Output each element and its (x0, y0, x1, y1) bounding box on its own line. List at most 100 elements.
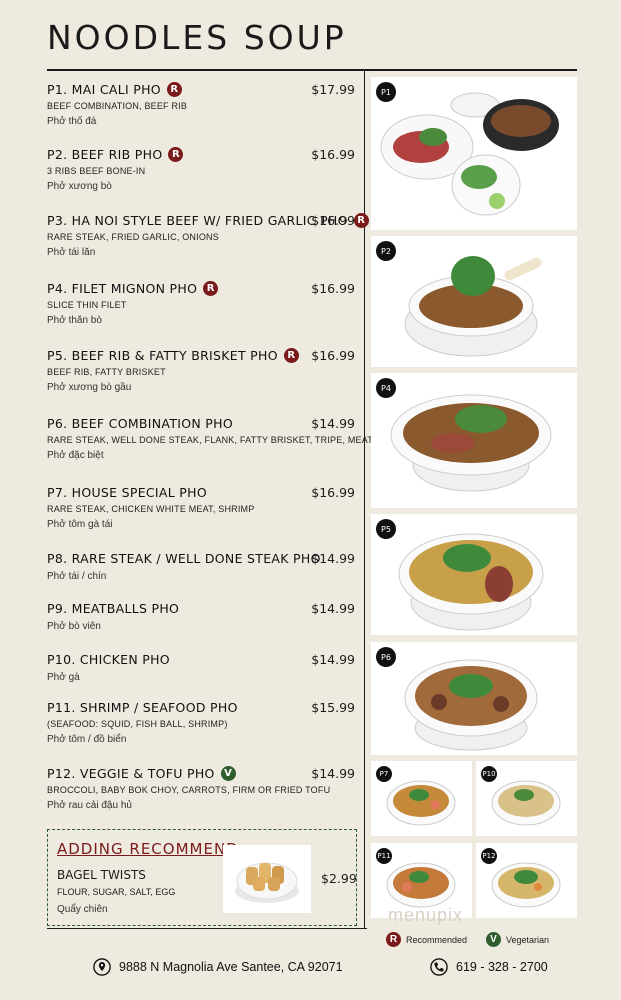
p11-tag: P11 (376, 848, 392, 864)
recommended-badge-icon: R (386, 932, 401, 947)
address-text: 9888 N Magnolia Ave Santee, CA 92071 (119, 960, 343, 974)
adding-item-desc: FLOUR, SUGAR, SALT, EGG (57, 887, 176, 897)
menu-item-price: $16.99 (311, 485, 355, 500)
menu-item-desc: BEEF COMBINATION, BEEF RIB (47, 101, 188, 111)
menu-item-name: P8. RARE STEAK / WELL DONE STEAK PHO (47, 551, 321, 566)
menu-item-name: P9. MEATBALLS PHO (47, 601, 180, 616)
p6-tag: P6 (376, 647, 396, 667)
menu-item: P9. MEATBALLS PHO $14.99 Phở bò viên (47, 601, 355, 632)
menu-item-desc: (SEAFOOD: SQUID, FISH BALL, SHRIMP) (47, 719, 228, 729)
p4-tag: P4 (376, 378, 396, 398)
bottom-divider (47, 928, 367, 929)
p2-tag: P2 (376, 241, 396, 261)
menu-item-desc: 3 RIBS BEEF BONE-IN (47, 166, 146, 176)
adding-item-viet: Quẩy chiên (57, 904, 108, 915)
menu-item-name: P7. HOUSE SPECIAL PHO (47, 485, 207, 500)
menu-item-price: $14.99 (311, 652, 355, 667)
recommended-badge-icon: R (353, 213, 369, 228)
p2-photo: P2 (371, 236, 577, 367)
p1-tag: P1 (376, 82, 396, 102)
menu-item: P10. CHICKEN PHO $14.99 Phở gà (47, 652, 355, 683)
menu-item-name: P1. MAI CALI PHO R (47, 82, 355, 97)
menu-item-price: $14.99 (311, 416, 355, 431)
p10-photo: P10 (476, 761, 577, 836)
menu-item-viet: Phở bò viên (47, 621, 101, 632)
menu-item: P2. BEEF RIB PHO R $16.99 3 RIBS BEEF BONE-… (47, 147, 355, 192)
menu-item-price: $16.99 (311, 213, 355, 228)
menu-item: P12. VEGGIE & TOFU PHO V $14.99 BROCCOLI, B… (47, 766, 355, 811)
menu-item-price: $16.99 (311, 281, 355, 296)
phone-text: 619 - 328 - 2700 (456, 960, 548, 974)
menu-item-price: $14.99 (311, 601, 355, 616)
menu-item: P1. MAI CALI PHO R $17.99 BEEF COMBINATION,… (47, 82, 355, 127)
menu-item-name: P10. CHICKEN PHO (47, 652, 170, 667)
menu-item-desc: BEEF RIB, FATTY BRISKET (47, 367, 166, 377)
menu-item-viet: Phở tái / chín (47, 571, 107, 582)
adding-recommend-box: ADDING RECOMMEND BAGEL TWISTS FLOUR, SUG… (47, 829, 357, 926)
vegetarian-badge-icon: V (220, 766, 236, 781)
p5-tag: P5 (376, 519, 396, 539)
menu-item-viet: Phở thăn bò (47, 315, 102, 326)
menu-item-price: $14.99 (311, 551, 355, 566)
legend-vegetarian-label: Vegetarian (506, 934, 550, 945)
menu-item-name: P3. HA NOI STYLE BEEF W/ FRIED GARLIC PH… (47, 213, 369, 228)
p1-photo: P1 (371, 77, 577, 230)
location-pin-icon (93, 958, 111, 976)
menu-item-viet: Phở tái lăn (47, 247, 96, 258)
menu-item-price: $17.99 (311, 82, 355, 97)
menu-item-viet: Phở tôm / đồ biển (47, 734, 127, 745)
p4-photo: P4 (371, 373, 577, 508)
p5-photo: P5 (371, 514, 577, 635)
menu-item-desc: SLICE THIN FILET (47, 300, 127, 310)
p6-photo: P6 (371, 642, 577, 755)
footer-phone: 619 - 328 - 2700 (430, 958, 548, 976)
menu-item-price: $16.99 (311, 348, 355, 363)
menu-item-viet: Phở tôm gà tái (47, 519, 113, 530)
recommended-badge-icon: R (166, 82, 182, 97)
menu-item-name: P5. BEEF RIB & FATTY BRISKET PHO R (47, 348, 355, 363)
watermark: menupix (388, 905, 464, 925)
menu-item-desc: BROCCOLI, BABY BOK CHOY, CARROTS, FIRM O… (47, 785, 331, 795)
footer-address: 9888 N Magnolia Ave Santee, CA 92071 (93, 958, 343, 976)
column-divider (364, 71, 365, 929)
menu-item: P8. RARE STEAK / WELL DONE STEAK PHO $14.… (47, 551, 355, 582)
menu-item-name: P12. VEGGIE & TOFU PHO V (47, 766, 355, 781)
menu-item: P3. HA NOI STYLE BEEF W/ FRIED GARLIC PH… (47, 213, 369, 258)
menu-item-name: P6. BEEF COMBINATION PHO (47, 416, 233, 431)
recommended-badge-icon: R (283, 348, 299, 363)
p7-tag: P7 (376, 766, 392, 782)
phone-icon (430, 958, 448, 976)
menu-item: P5. BEEF RIB & FATTY BRISKET PHO R $16.99 B… (47, 348, 355, 393)
menu-item: P4. FILET MIGNON PHO R $16.99 SLICE THIN FI… (47, 281, 355, 326)
menu-item-name: P11. SHRIMP / SEAFOOD PHO (47, 700, 238, 715)
p12-tag: P12 (481, 848, 497, 864)
adding-item-price: $2.99 (321, 871, 357, 886)
recommended-badge-icon: R (203, 281, 219, 296)
bagel-twists-photo (223, 845, 311, 913)
menu-item-viet: Phở xương bò (47, 181, 112, 192)
p12-photo: P12 (476, 843, 577, 918)
legend-recommended-label: Recommended (406, 934, 468, 945)
legend-recommended: R Recommended (386, 932, 467, 947)
menu-item-price: $14.99 (311, 766, 355, 781)
adding-heading: ADDING RECOMMEND (57, 840, 239, 858)
menu-item-desc: RARE STEAK, CHICKEN WHITE MEAT, SHRIMP (47, 504, 255, 514)
menu-item-viet: Phở đặc biệt (47, 450, 104, 461)
menu-item-name: P2. BEEF RIB PHO R (47, 147, 355, 162)
menu-item-viet: Phở thố đá (47, 116, 97, 127)
menu-item-desc: RARE STEAK, FRIED GARLIC, ONIONS (47, 232, 219, 242)
menu-item-desc: RARE STEAK, WELL DONE STEAK, FLANK, FATT… (47, 435, 402, 445)
title-divider (47, 69, 577, 71)
menu-item-name: P4. FILET MIGNON PHO R (47, 281, 355, 296)
menu-item: P7. HOUSE SPECIAL PHO $16.99 RARE STEAK, C… (47, 485, 355, 530)
menu-item-price: $15.99 (311, 700, 355, 715)
adding-item-name: BAGEL TWISTS (57, 868, 146, 882)
menu-item-viet: Phở gà (47, 672, 80, 683)
menu-item-viet: Phở rau cải đậu hủ (47, 800, 132, 811)
menu-item: P6. BEEF COMBINATION PHO $14.99 RARE STEAK… (47, 416, 402, 461)
legend-vegetarian: V Vegetarian (486, 932, 549, 947)
vegetarian-badge-icon: V (486, 932, 501, 947)
menu-item: P11. SHRIMP / SEAFOOD PHO $15.99 (SEAFOOD:… (47, 700, 355, 745)
recommended-badge-icon: R (168, 147, 184, 162)
menu-item-price: $16.99 (311, 147, 355, 162)
